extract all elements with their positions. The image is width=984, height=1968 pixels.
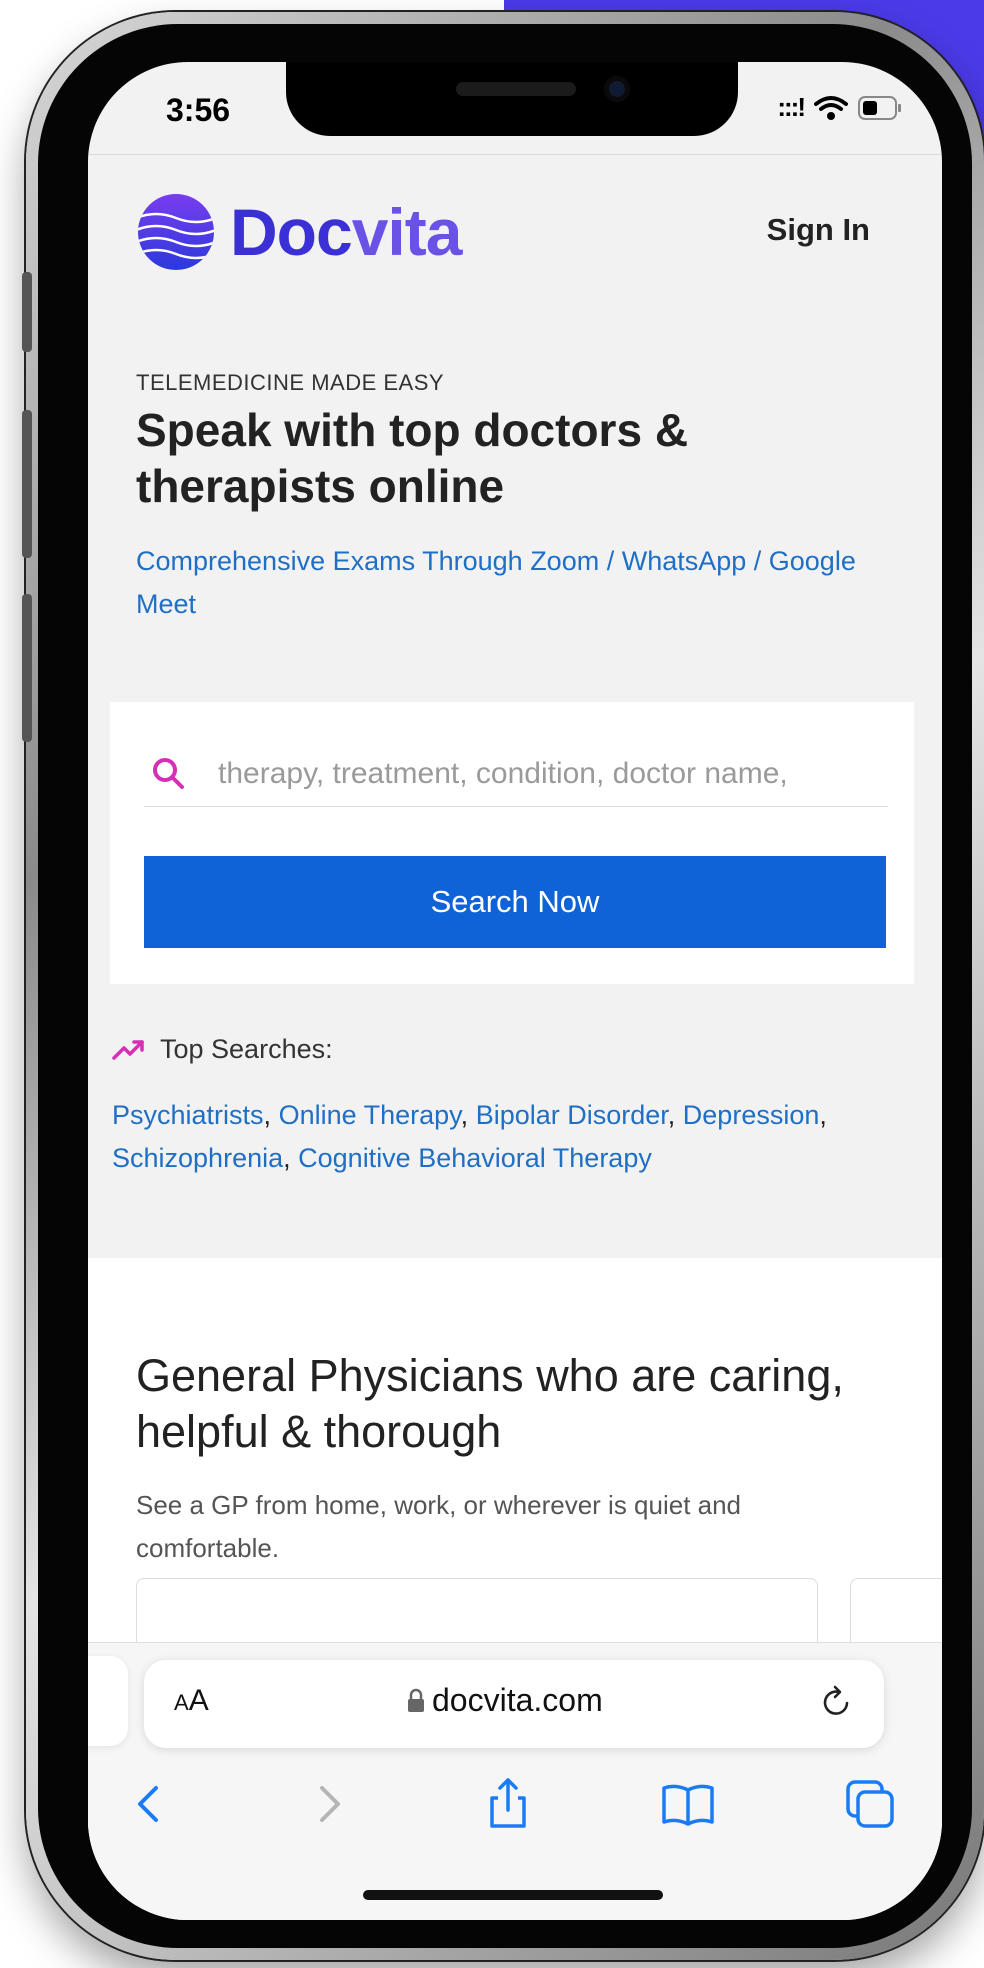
top-search-psychiatrists[interactable]: Psychiatrists (112, 1100, 264, 1130)
hero-title: Speak with top doctors & therapists onli… (136, 404, 689, 512)
previous-tab-peek[interactable] (88, 1656, 128, 1746)
notch (286, 62, 738, 136)
wifi-icon (814, 95, 848, 120)
url-display[interactable]: docvita.com (406, 1682, 603, 1719)
status-time: 3:56 (166, 92, 231, 128)
mute-switch (22, 272, 32, 352)
home-indicator[interactable] (363, 1890, 663, 1900)
lock-icon (408, 1688, 424, 1712)
reload-icon[interactable] (818, 1684, 854, 1720)
logo-text: Docvita (230, 194, 463, 270)
logo-text-vita: vita (351, 195, 463, 269)
top-searches-links: Psychiatrists, Online Therapy, Bipolar D… (112, 1100, 827, 1173)
speaker (456, 82, 576, 96)
top-search-bipolar-disorder[interactable]: Bipolar Disorder (476, 1100, 668, 1130)
forward-icon[interactable] (300, 1774, 360, 1834)
trending-up-icon (112, 1039, 144, 1060)
address-bar[interactable]: AA docvita.com (144, 1660, 884, 1748)
safari-nav-row (88, 1774, 942, 1854)
volume-up-button (22, 410, 32, 558)
header-divider (88, 154, 942, 155)
tabs-icon[interactable] (840, 1774, 900, 1834)
phone-screen: 3:56 :::! Docvita Sign In TELEMEDICINE M… (88, 62, 942, 1920)
gp-section-title: General Physicians who are caring, helpf… (136, 1350, 844, 1457)
volume-down-button (22, 594, 32, 742)
bookmarks-icon[interactable] (658, 1774, 718, 1834)
top-search-depression[interactable]: Depression (683, 1100, 820, 1130)
status-icons: :::! (777, 92, 902, 123)
signal-icon: :::! (777, 92, 806, 122)
gp-section-description: See a GP from home, work, or wherever is… (136, 1490, 742, 1563)
search-field-row[interactable] (144, 742, 888, 807)
logo-text-doc: Doc (230, 195, 353, 269)
hero-subtitle: Comprehensive Exams Through Zoom / Whats… (136, 546, 856, 619)
search-card: Search Now (110, 702, 914, 984)
sign-in-link[interactable]: Sign In (767, 212, 870, 248)
text-size-large-label: A (188, 1684, 209, 1717)
text-size-small-label: A (174, 1690, 189, 1715)
top-search-cbt[interactable]: Cognitive Behavioral Therapy (298, 1143, 652, 1173)
top-search-online-therapy[interactable]: Online Therapy (279, 1100, 461, 1130)
top-search-schizophrenia[interactable]: Schizophrenia (112, 1143, 283, 1173)
hero-eyebrow: TELEMEDICINE MADE EASY (136, 370, 445, 395)
url-text: docvita.com (432, 1682, 603, 1718)
docvita-logo[interactable]: Docvita (136, 192, 463, 272)
search-icon (153, 758, 184, 789)
top-searches-header: Top Searches: (112, 1034, 333, 1065)
search-now-button[interactable]: Search Now (144, 856, 886, 948)
battery-icon (858, 95, 901, 120)
back-icon[interactable] (118, 1774, 178, 1834)
share-icon[interactable] (478, 1774, 538, 1834)
logo-globe-icon (138, 194, 214, 270)
top-searches-label: Top Searches: (160, 1034, 333, 1064)
search-input[interactable] (216, 756, 880, 792)
text-size-button[interactable]: AA (174, 1684, 209, 1718)
front-camera (604, 76, 630, 102)
